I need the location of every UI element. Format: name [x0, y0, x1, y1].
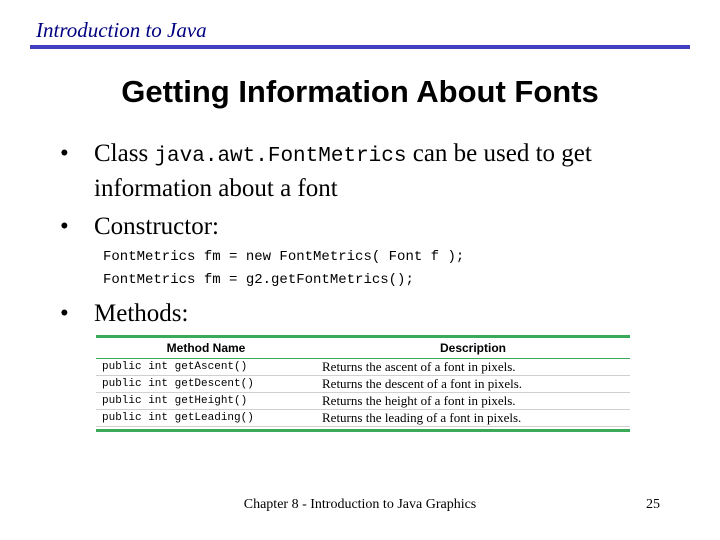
- bullet-text-continued: information about a font: [94, 175, 338, 202]
- method-signature: public int getHeight(): [102, 395, 248, 407]
- method-description: Returns the ascent of a font in pixels.: [322, 359, 516, 374]
- page-number: 25: [646, 497, 660, 512]
- table-header: Method Name Description: [96, 338, 630, 359]
- course-title: Introduction to Java: [36, 18, 207, 42]
- table-row: public int getDescent() Returns the desc…: [96, 376, 630, 393]
- footer-text: Chapter 8 - Introduction to Java Graphic…: [243, 497, 477, 512]
- bullet-dot: •: [60, 213, 69, 240]
- bullet-text: Methods:: [94, 300, 189, 327]
- constructor-code-block: FontMetrics fm = new FontMetrics( Font f…: [103, 246, 464, 292]
- bullet-text: Class: [94, 140, 155, 167]
- bullet-dot: •: [60, 300, 69, 327]
- table-bottom-rule: [96, 429, 630, 432]
- title-divider: [30, 45, 690, 49]
- method-description: Returns the descent of a font in pixels.: [322, 376, 523, 391]
- column-header-description: Description: [439, 341, 506, 355]
- bullet-text: can be used to get: [406, 140, 592, 167]
- bullet-dot: •: [60, 140, 69, 167]
- class-name-code: java.awt.FontMetrics: [154, 145, 407, 168]
- code-line: FontMetrics fm = new FontMetrics( Font f…: [103, 249, 465, 265]
- methods-table: Method Name Description public int getAs…: [96, 335, 630, 432]
- table-row: public int getHeight() Returns the heigh…: [96, 393, 630, 410]
- method-description: Returns the leading of a font in pixels.: [322, 410, 522, 425]
- method-signature: public int getDescent(): [102, 378, 254, 390]
- bullet-text: Constructor:: [94, 213, 219, 240]
- column-header-method-name: Method Name: [166, 341, 246, 355]
- method-signature: public int getLeading(): [102, 412, 254, 424]
- code-line: FontMetrics fm = g2.getFontMetrics();: [103, 272, 414, 288]
- method-description: Returns the height of a font in pixels.: [322, 393, 516, 408]
- method-signature: public int getAscent(): [102, 361, 248, 373]
- table-row: public int getAscent() Returns the ascen…: [96, 359, 630, 376]
- table-row: public int getLeading() Returns the lead…: [96, 410, 630, 427]
- slide-title: Getting Information About Fonts: [121, 74, 599, 109]
